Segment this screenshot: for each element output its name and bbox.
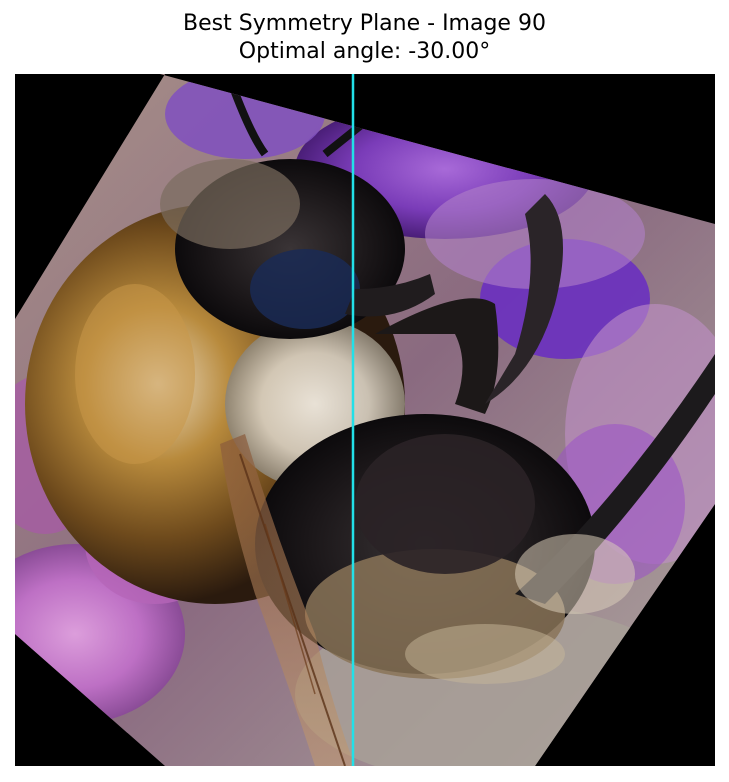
rotated-image-panel <box>15 74 715 766</box>
image-canvas <box>15 74 715 766</box>
figure-title: Best Symmetry Plane - Image 90 Optimal a… <box>0 10 729 66</box>
title-line-1: Best Symmetry Plane - Image 90 <box>183 11 546 36</box>
title-line-2: Optimal angle: -30.00° <box>238 39 491 64</box>
